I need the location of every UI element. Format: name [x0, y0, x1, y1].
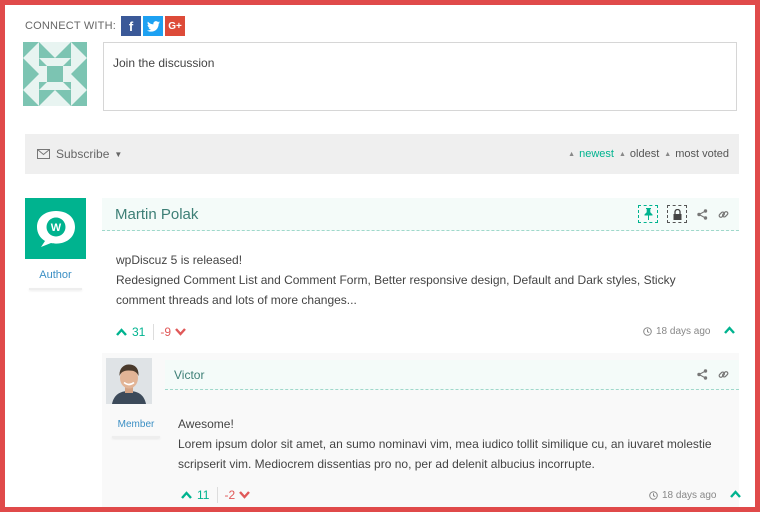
- reply-vote-box: 11 -2: [181, 487, 251, 503]
- comments-section: CONNECT WITH: f G+ Join the discussion S…: [0, 0, 760, 512]
- reply-header: Victor: [165, 360, 739, 390]
- subscribe-button[interactable]: Subscribe ▼: [37, 147, 122, 161]
- triangle-up-icon: ▲: [568, 150, 576, 158]
- reply-body: Awesome! Lorem ipsum dolor sit amet, an …: [178, 414, 712, 474]
- link-icon[interactable]: [718, 369, 729, 380]
- comment-author[interactable]: Martin Polak: [115, 206, 198, 223]
- downvote-count: -2: [224, 488, 236, 502]
- comment-line: wpDiscuz 5 is released!: [116, 253, 243, 267]
- reply-role: Member: [117, 419, 155, 430]
- vote-box: 31 -9: [116, 324, 186, 340]
- vote-separator: [217, 487, 219, 503]
- comment-placeholder: Join the discussion: [113, 56, 215, 70]
- comment-meta: 18 days ago: [643, 326, 735, 337]
- connect-label: CONNECT WITH:: [25, 20, 117, 32]
- author-role: Author: [39, 269, 72, 281]
- share-icon[interactable]: [697, 208, 708, 220]
- author-avatar: W: [25, 198, 86, 259]
- upvote-count: 31: [132, 325, 146, 339]
- user-avatar: [23, 42, 87, 106]
- comment-tools: [629, 205, 729, 223]
- comment-header: Martin Polak: [102, 198, 739, 231]
- vote-separator: [153, 324, 155, 340]
- sort-options: ▲ newest ▲ oldest ▲ most voted: [563, 148, 729, 160]
- clock-icon: [649, 491, 658, 500]
- caret-down-icon: ▼: [114, 149, 123, 159]
- link-icon[interactable]: [718, 209, 729, 220]
- collapse-button[interactable]: [723, 326, 735, 337]
- comments-toolbar: Subscribe ▼ ▲ newest ▲ oldest ▲ most vot…: [25, 134, 739, 174]
- comment-line: Redesigned Comment List and Comment Form…: [116, 273, 676, 287]
- triangle-up-icon: ▲: [664, 150, 672, 158]
- facebook-icon[interactable]: f: [121, 16, 142, 36]
- clock-icon: [643, 327, 652, 336]
- collapse-button[interactable]: [729, 490, 741, 501]
- downvote-count: -9: [160, 325, 172, 339]
- reply-meta: 18 days ago: [649, 490, 741, 501]
- reply-time: 18 days ago: [662, 490, 717, 501]
- sort-newest[interactable]: newest: [579, 148, 614, 160]
- google-plus-icon[interactable]: G+: [165, 16, 186, 36]
- twitter-icon[interactable]: [143, 16, 164, 36]
- comment-textarea[interactable]: Join the discussion: [103, 42, 737, 111]
- reply-tools: [687, 369, 729, 380]
- reply-avatar: [106, 358, 152, 404]
- subscribe-label: Subscribe: [56, 147, 110, 161]
- upvote-button[interactable]: [116, 325, 127, 339]
- role-divider: [29, 288, 82, 290]
- triangle-up-icon: ▲: [618, 150, 626, 158]
- reply-line: Lorem ipsum dolor sit amet, an sumo nomi…: [178, 437, 712, 451]
- upvote-count: 11: [197, 488, 210, 502]
- downvote-button[interactable]: [175, 325, 186, 339]
- sort-most-voted[interactable]: most voted: [675, 148, 729, 160]
- reply-author[interactable]: Victor: [174, 368, 204, 382]
- role-divider: [112, 436, 160, 438]
- envelope-icon: [37, 149, 50, 159]
- reply-line: scripserit vim. Mediocrem dissentias pro…: [178, 457, 595, 471]
- reply-line: Awesome!: [178, 417, 234, 431]
- upvote-button[interactable]: [181, 488, 192, 502]
- comment-body: wpDiscuz 5 is released! Redesigned Comme…: [116, 250, 676, 310]
- lock-icon[interactable]: [667, 205, 687, 223]
- comment-time: 18 days ago: [656, 326, 711, 337]
- share-icon[interactable]: [697, 369, 708, 380]
- pin-icon[interactable]: [638, 205, 658, 223]
- sort-oldest[interactable]: oldest: [630, 148, 659, 160]
- comment-line: comment threads and lots of more changes…: [116, 293, 357, 307]
- svg-text:W: W: [50, 222, 61, 234]
- downvote-button[interactable]: [239, 488, 251, 502]
- connect-with: CONNECT WITH: f G+: [25, 16, 187, 36]
